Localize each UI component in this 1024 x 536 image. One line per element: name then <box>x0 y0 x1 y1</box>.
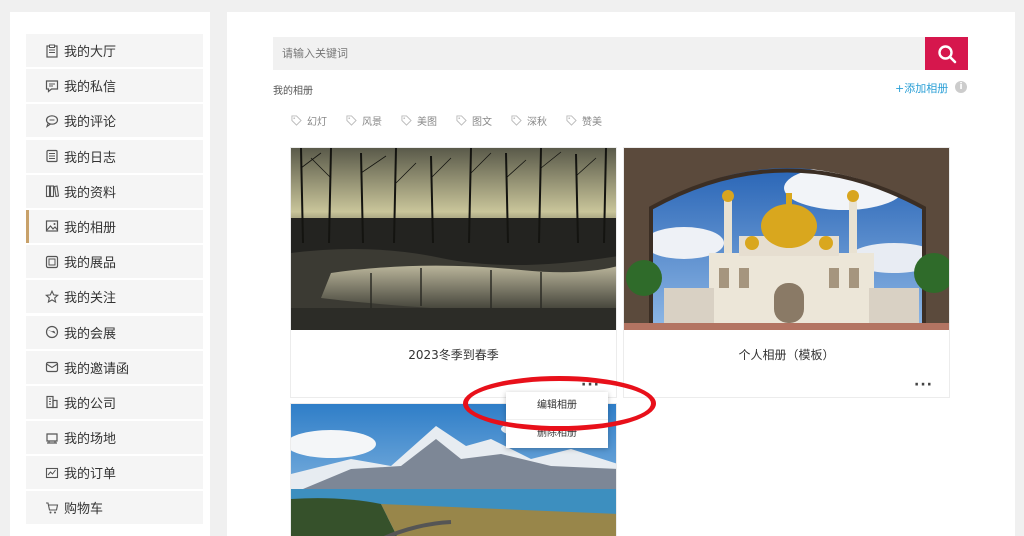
search-bar <box>273 37 925 70</box>
tag-item[interactable]: 美图 <box>401 113 437 128</box>
cart-icon <box>45 501 59 515</box>
album-title: 2023冬季到春季 <box>408 348 499 362</box>
album-card[interactable]: 2023冬季到春季 ··· <box>290 147 617 398</box>
tag-label: 赞美 <box>582 117 602 128</box>
sidebar-item-albums[interactable]: 我的相册 <box>26 209 203 243</box>
tag-label: 幻灯 <box>307 117 327 128</box>
sidebar-item-exhibitions[interactable]: 我的会展 <box>26 315 203 349</box>
tag-icon <box>511 115 522 126</box>
tag-icon <box>401 115 412 126</box>
tag-label: 美图 <box>417 117 437 128</box>
tag-icon <box>346 115 357 126</box>
album-cover-winter[interactable] <box>291 148 616 330</box>
tag-item[interactable]: 赞美 <box>566 113 602 128</box>
sidebar-item-profile[interactable]: 我的资料 <box>26 174 203 208</box>
sidebar-item-label: 购物车 <box>64 502 104 518</box>
sidebar-item-journal[interactable]: 我的日志 <box>26 139 203 173</box>
edit-album-option[interactable]: 编辑相册 <box>506 392 608 420</box>
sidebar-item-label: 我的展品 <box>64 256 117 272</box>
album-cover-mosque[interactable] <box>624 148 949 330</box>
books-icon <box>45 184 59 198</box>
sidebar-item-following[interactable]: 我的关注 <box>26 280 203 314</box>
globe-icon <box>45 325 59 339</box>
sidebar-item-company[interactable]: 我的公司 <box>26 385 203 419</box>
sidebar-item-label: 我的评论 <box>64 115 117 131</box>
comment-icon <box>45 114 59 128</box>
album-card[interactable]: 个人相册（模板） ··· <box>623 147 950 398</box>
info-icon[interactable]: i <box>955 81 967 93</box>
order-icon <box>45 466 59 480</box>
sidebar-item-label: 我的场地 <box>64 432 117 448</box>
image-icon <box>45 219 59 233</box>
tag-item[interactable]: 图文 <box>456 113 492 128</box>
sidebar-item-label: 我的资料 <box>64 185 117 201</box>
sidebar-item-label: 我的公司 <box>64 396 117 412</box>
sidebar-item-exhibits[interactable]: 我的展品 <box>26 245 203 279</box>
tag-label: 图文 <box>472 117 492 128</box>
sidebar-item-messages[interactable]: 我的私信 <box>26 69 203 103</box>
search-button[interactable] <box>925 37 968 70</box>
tag-item[interactable]: 幻灯 <box>291 113 327 128</box>
envelope-icon <box>45 360 59 374</box>
tag-icon <box>566 115 577 126</box>
sidebar-item-venues[interactable]: 我的场地 <box>26 421 203 455</box>
search-input[interactable] <box>273 37 925 70</box>
sidebar-item-label: 我的日志 <box>64 150 117 166</box>
venue-icon <box>45 431 59 445</box>
star-icon <box>45 289 59 304</box>
delete-album-option[interactable]: 删除相册 <box>506 420 608 448</box>
exhibit-icon <box>45 255 59 269</box>
sidebar-item-label: 我的订单 <box>64 467 117 483</box>
more-options-button[interactable]: ··· <box>581 377 600 393</box>
add-album-link[interactable]: +添加相册 <box>895 80 948 96</box>
sidebar-menu: 我的大厅 我的私信 我的评论 我的日志 我的资料 我的相册 我的展品 我的关注 <box>26 34 203 527</box>
sidebar-item-label: 我的邀请函 <box>64 361 130 377</box>
sidebar-item-label: 我的私信 <box>64 80 117 96</box>
sidebar-item-hall[interactable]: 我的大厅 <box>26 34 203 67</box>
message-icon <box>45 79 59 93</box>
sidebar-item-cart[interactable]: 购物车 <box>26 491 203 525</box>
album-options-menu: 编辑相册 删除相册 <box>506 392 608 448</box>
main-panel: 我的相册 +添加相册 i 幻灯 风景 美图 图文 深秋 赞美 <box>227 12 1015 536</box>
more-options-button[interactable]: ··· <box>914 377 933 393</box>
building-icon <box>45 395 59 409</box>
tag-item[interactable]: 深秋 <box>511 113 547 128</box>
section-title: 我的相册 <box>273 86 313 97</box>
album-title: 个人相册（模板） <box>738 348 835 362</box>
sidebar-item-label: 我的相册 <box>64 220 117 236</box>
sidebar-item-label: 我的关注 <box>64 291 117 307</box>
clipboard-icon <box>45 44 59 58</box>
tag-icon <box>456 115 467 126</box>
search-icon <box>937 44 956 63</box>
tag-item[interactable]: 风景 <box>346 113 382 128</box>
tag-label: 风景 <box>362 117 382 128</box>
journal-icon <box>45 149 59 163</box>
sidebar-item-comments[interactable]: 我的评论 <box>26 104 203 138</box>
tag-label: 深秋 <box>527 117 547 128</box>
sidebar: 我的大厅 我的私信 我的评论 我的日志 我的资料 我的相册 我的展品 我的关注 <box>10 12 210 536</box>
sidebar-item-orders[interactable]: 我的订单 <box>26 456 203 490</box>
tag-list: 幻灯 风景 美图 图文 深秋 赞美 <box>291 113 621 128</box>
tag-icon <box>291 115 302 126</box>
sidebar-item-label: 我的大厅 <box>64 45 117 60</box>
sidebar-item-label: 我的会展 <box>64 326 117 342</box>
sidebar-item-invitations[interactable]: 我的邀请函 <box>26 350 203 384</box>
